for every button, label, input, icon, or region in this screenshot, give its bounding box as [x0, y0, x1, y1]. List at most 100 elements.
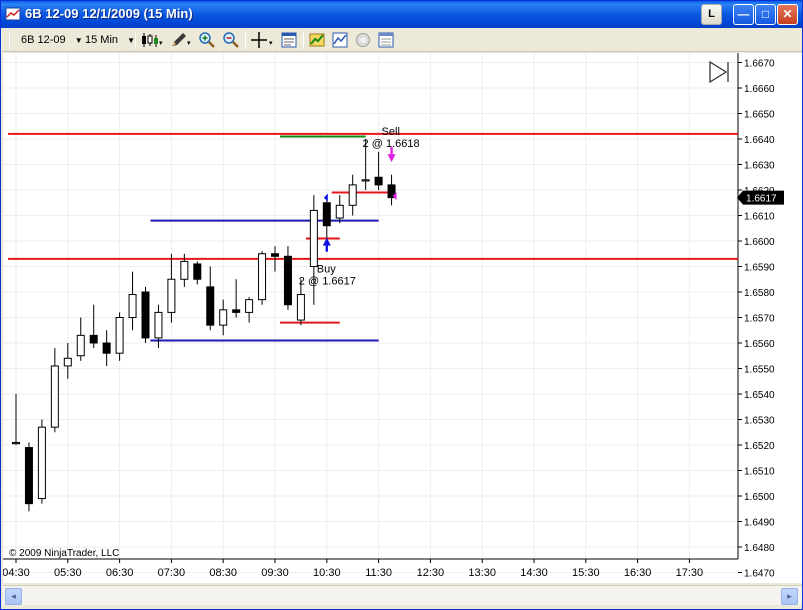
properties-icon[interactable]	[377, 31, 395, 49]
candle-body	[154, 311, 163, 339]
candle-body	[76, 334, 85, 357]
candle-body	[141, 291, 150, 339]
buy-detail-label: 2 @ 1.6617	[299, 276, 356, 288]
candle	[89, 304, 98, 349]
candle-body	[271, 253, 279, 257]
instrument-selector[interactable]: 6B 12-09 ▼	[21, 32, 83, 48]
candle	[322, 195, 331, 241]
maximize-button[interactable]: □	[755, 4, 776, 25]
time-tick-label: 16:30	[624, 567, 652, 579]
time-tick-label: 10:30	[313, 567, 341, 579]
svg-text:▾: ▾	[159, 40, 163, 47]
price-tick-label: 1.6660	[744, 84, 775, 95]
scroll-right-button[interactable]: ▸	[781, 588, 798, 605]
time-tick-label: 13:30	[468, 567, 496, 579]
time-tick-label: 05:30	[54, 567, 82, 579]
price-axis[interactable]: 1.66701.66601.66501.66401.66301.66201.66…	[738, 59, 775, 580]
title-bar[interactable]: 6B 12-09 12/1/2009 (15 Min) L — □ ✕	[1, 1, 802, 28]
chart-canvas[interactable]: Buy2 @ 1.6617 Sell2 @ 1.6618 1.6670 1.6660…	[2, 53, 802, 583]
candle	[387, 174, 396, 206]
candle	[24, 442, 33, 512]
candle-body	[12, 441, 20, 445]
strategies-icon[interactable]	[308, 31, 326, 49]
candle-body	[37, 426, 46, 500]
price-tick-label: 1.6610	[744, 212, 775, 223]
sell-detail-label: 2 @ 1.6618	[363, 138, 420, 150]
candle-body	[50, 365, 59, 428]
data-box-icon[interactable]	[280, 31, 298, 49]
chevron-down-icon: ▼	[127, 36, 136, 45]
candle-body	[102, 342, 111, 354]
scroll-left-button[interactable]: ◂	[5, 588, 22, 605]
minimize-button[interactable]: —	[733, 4, 754, 25]
candle-body	[128, 294, 137, 319]
candle	[141, 286, 150, 343]
candle	[154, 304, 163, 349]
close-button[interactable]: ✕	[777, 4, 798, 25]
candle-body	[219, 309, 228, 326]
candle-body	[335, 204, 344, 219]
candle	[37, 419, 46, 504]
candle	[283, 246, 292, 310]
candle	[102, 330, 111, 366]
candle	[258, 251, 267, 305]
candle	[128, 271, 137, 331]
price-tick-label: 1.6670	[744, 59, 775, 70]
candle-body	[167, 278, 176, 313]
zoom-out-icon[interactable]	[222, 31, 240, 49]
last-price-badge: 1.6617	[737, 190, 784, 205]
price-tick-label: 1.6580	[744, 288, 775, 299]
svg-text:▾: ▾	[269, 40, 273, 47]
layout-button[interactable]: L	[701, 4, 722, 25]
price-tick-label: 1.6500	[744, 492, 775, 503]
time-tick-label: 04:30	[3, 567, 30, 579]
price-tick-label: 1.6470	[744, 569, 775, 580]
candle	[206, 266, 215, 331]
candle	[115, 312, 124, 361]
instrument-label: 6B 12-09	[21, 34, 66, 46]
candle-body	[309, 209, 318, 267]
price-tick-label: 1.6570	[744, 314, 775, 325]
price-tick-label: 1.6600	[744, 237, 775, 248]
chart-trader-toggle-icon[interactable]	[709, 60, 729, 84]
price-tick-label: 1.6590	[744, 263, 775, 274]
candle-body	[283, 255, 292, 306]
time-tick-label: 06:30	[106, 567, 134, 579]
candle	[219, 299, 228, 336]
candle-body	[24, 447, 33, 505]
zoom-in-icon[interactable]	[198, 31, 216, 49]
last-price-label: 1.6617	[746, 194, 777, 205]
price-tick-label: 1.6490	[744, 518, 775, 529]
interval-label: 15 Min	[85, 34, 119, 46]
time-tick-label: 11:30	[365, 567, 392, 579]
chart-trader-icon[interactable]	[354, 31, 372, 49]
candle-body	[89, 334, 98, 344]
candle	[232, 279, 241, 318]
candle	[193, 261, 202, 285]
price-tick-label: 1.6480	[744, 543, 775, 554]
time-axis[interactable]: 04:30 05:30 06:30 07:30 08:30 09:30 10:30 11:30…	[2, 559, 703, 579]
price-chart[interactable]: Buy 2 @ 1.6617 Sell 2 @ 1.6618 1.6670 1.6660…	[2, 53, 802, 583]
candle-body	[245, 299, 254, 313]
candle-body	[115, 317, 124, 354]
price-tick-label: 1.6560	[744, 339, 775, 350]
window-title: 6B 12-09 12/1/2009 (15 Min)	[25, 6, 193, 21]
chart-app-icon	[5, 7, 21, 21]
candle-body	[348, 184, 357, 206]
candle	[63, 343, 72, 379]
interval-selector[interactable]: 15 Min ▼	[85, 32, 135, 48]
candle-body	[258, 253, 267, 301]
candle	[245, 297, 254, 323]
candlestick-style-icon[interactable]: ▾	[140, 31, 164, 49]
time-tick-label: 14:30	[520, 567, 548, 579]
indicators-icon[interactable]	[331, 31, 349, 49]
crosshair-icon[interactable]: ▾	[250, 31, 276, 49]
time-tick-label: 12:30	[417, 567, 445, 579]
horizontal-scrollbar[interactable]: ◂ ▸	[3, 585, 802, 605]
chart-grid	[3, 53, 738, 573]
drawing-pencil-icon[interactable]: ▾	[169, 31, 193, 49]
time-tick-label: 15:30	[572, 567, 600, 579]
candle-body	[296, 294, 305, 321]
sell-arrow-icon	[387, 154, 396, 163]
candle-body	[322, 202, 331, 227]
